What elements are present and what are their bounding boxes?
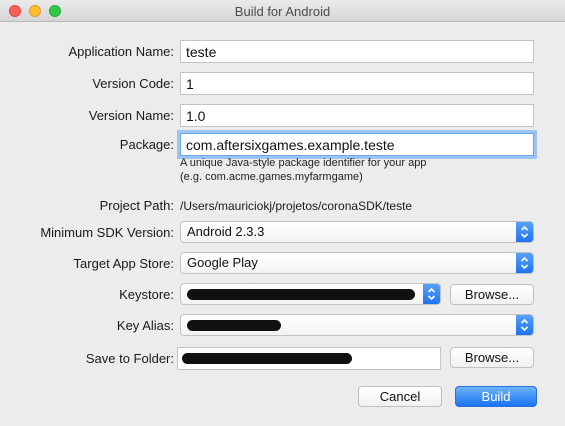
package-hint-line2: (e.g. com.acme.games.myfarmgame) [180, 171, 363, 183]
min-sdk-label: Minimum SDK Version: [40, 225, 174, 240]
project-path-value: /Users/mauriciokj/projetos/coronaSDK/tes… [180, 199, 413, 213]
keystore-label: Keystore: [119, 287, 174, 302]
version-code-field[interactable]: 1 [180, 72, 534, 95]
redacted-scribble [187, 320, 281, 331]
app-name-label: Application Name: [68, 44, 175, 59]
version-name-field[interactable]: 1.0 [180, 104, 534, 127]
target-store-popup[interactable]: Google Play [180, 252, 534, 274]
build-button[interactable]: Build [455, 386, 537, 407]
build-dialog: Build for Android Application Name: test… [0, 0, 565, 426]
title-bar: Build for Android [0, 0, 565, 22]
window-title: Build for Android [234, 4, 331, 19]
chevron-updown-icon [516, 222, 533, 242]
min-sdk-value: Android 2.3.3 [187, 224, 265, 239]
chevron-updown-icon [516, 253, 533, 273]
version-name-label: Version Name: [88, 108, 174, 123]
chevron-updown-icon [516, 315, 533, 335]
app-name-field[interactable]: teste [180, 40, 534, 63]
redacted-scribble [182, 353, 352, 364]
cancel-button[interactable]: Cancel [358, 386, 442, 407]
version-code-label: Version Code: [92, 76, 174, 91]
chevron-updown-icon [423, 284, 440, 304]
keystore-popup[interactable] [180, 283, 441, 305]
target-store-label: Target App Store: [73, 256, 174, 271]
package-label: Package: [119, 137, 174, 152]
key-alias-popup[interactable] [180, 314, 534, 336]
save-folder-browse-button[interactable]: Browse... [450, 347, 534, 368]
key-alias-label: Key Alias: [116, 318, 174, 333]
target-store-value: Google Play [187, 255, 258, 270]
project-path-label: Project Path: [99, 198, 174, 213]
package-field[interactable]: com.aftersixgames.example.teste [180, 133, 534, 156]
package-hint-line1: A unique Java-style package identifier f… [180, 157, 427, 169]
redacted-scribble [187, 289, 415, 300]
save-folder-field[interactable] [177, 347, 441, 370]
min-sdk-popup[interactable]: Android 2.3.3 [180, 221, 534, 243]
save-folder-label: Save to Folder: [85, 351, 174, 366]
keystore-browse-button[interactable]: Browse... [450, 284, 534, 305]
